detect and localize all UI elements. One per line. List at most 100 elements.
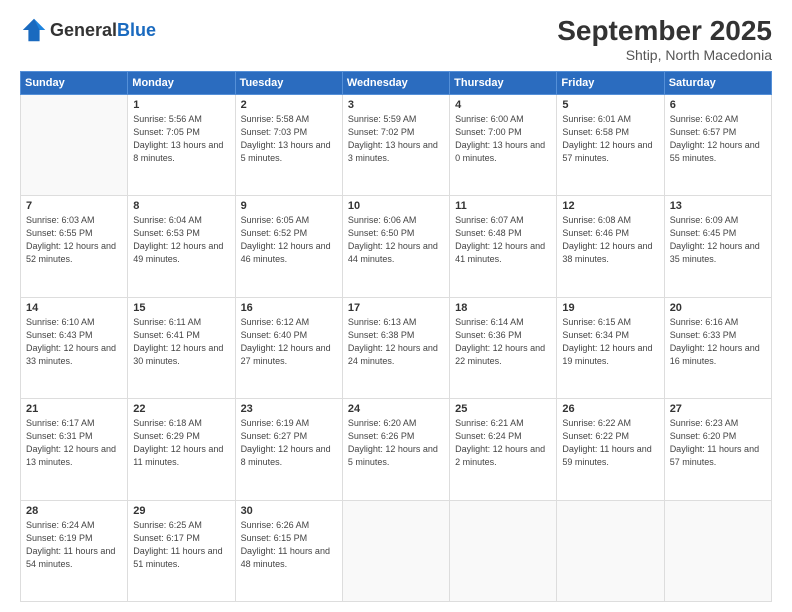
- day-info: Sunrise: 6:02 AMSunset: 6:57 PMDaylight:…: [670, 113, 766, 165]
- month-title: September 2025: [557, 16, 772, 47]
- day-number: 26: [562, 403, 658, 415]
- day-number: 16: [241, 302, 337, 314]
- calendar-cell: [557, 500, 664, 601]
- day-info: Sunrise: 6:07 AMSunset: 6:48 PMDaylight:…: [455, 214, 551, 266]
- day-number: 1: [133, 99, 229, 111]
- day-info: Sunrise: 6:04 AMSunset: 6:53 PMDaylight:…: [133, 214, 229, 266]
- day-info: Sunrise: 6:19 AMSunset: 6:27 PMDaylight:…: [241, 417, 337, 469]
- calendar-table: SundayMondayTuesdayWednesdayThursdayFrid…: [20, 71, 772, 602]
- weekday-header-monday: Monday: [128, 71, 235, 94]
- day-number: 13: [670, 200, 766, 212]
- calendar-cell: 30 Sunrise: 6:26 AMSunset: 6:15 PMDayligh…: [235, 500, 342, 601]
- day-number: 4: [455, 99, 551, 111]
- week-row-3: 14 Sunrise: 6:10 AMSunset: 6:43 PMDayligh…: [21, 297, 772, 398]
- day-info: Sunrise: 6:05 AMSunset: 6:52 PMDaylight:…: [241, 214, 337, 266]
- weekday-header-sunday: Sunday: [21, 71, 128, 94]
- day-number: 11: [455, 200, 551, 212]
- weekday-header-tuesday: Tuesday: [235, 71, 342, 94]
- day-number: 20: [670, 302, 766, 314]
- calendar-cell: 2 Sunrise: 5:58 AMSunset: 7:03 PMDaylight…: [235, 94, 342, 195]
- weekday-header-thursday: Thursday: [450, 71, 557, 94]
- day-info: Sunrise: 6:26 AMSunset: 6:15 PMDaylight:…: [241, 519, 337, 571]
- day-info: Sunrise: 6:16 AMSunset: 6:33 PMDaylight:…: [670, 316, 766, 368]
- logo-text: GeneralBlue: [50, 20, 156, 41]
- day-info: Sunrise: 6:13 AMSunset: 6:38 PMDaylight:…: [348, 316, 444, 368]
- calendar-cell: 7 Sunrise: 6:03 AMSunset: 6:55 PMDaylight…: [21, 196, 128, 297]
- day-number: 29: [133, 505, 229, 517]
- calendar-cell: [664, 500, 771, 601]
- day-number: 5: [562, 99, 658, 111]
- day-number: 10: [348, 200, 444, 212]
- calendar-cell: 17 Sunrise: 6:13 AMSunset: 6:38 PMDayligh…: [342, 297, 449, 398]
- day-info: Sunrise: 6:17 AMSunset: 6:31 PMDaylight:…: [26, 417, 122, 469]
- calendar-cell: 21 Sunrise: 6:17 AMSunset: 6:31 PMDayligh…: [21, 399, 128, 500]
- calendar-cell: 19 Sunrise: 6:15 AMSunset: 6:34 PMDayligh…: [557, 297, 664, 398]
- day-number: 21: [26, 403, 122, 415]
- day-info: Sunrise: 6:12 AMSunset: 6:40 PMDaylight:…: [241, 316, 337, 368]
- day-number: 25: [455, 403, 551, 415]
- week-row-1: 1 Sunrise: 5:56 AMSunset: 7:05 PMDaylight…: [21, 94, 772, 195]
- calendar-cell: 5 Sunrise: 6:01 AMSunset: 6:58 PMDaylight…: [557, 94, 664, 195]
- calendar-cell: 6 Sunrise: 6:02 AMSunset: 6:57 PMDaylight…: [664, 94, 771, 195]
- day-number: 2: [241, 99, 337, 111]
- calendar-cell: 16 Sunrise: 6:12 AMSunset: 6:40 PMDayligh…: [235, 297, 342, 398]
- calendar-cell: 9Sunrise: 6:05 AMSunset: 6:52 PMDaylight…: [235, 196, 342, 297]
- calendar-cell: 3 Sunrise: 5:59 AMSunset: 7:02 PMDaylight…: [342, 94, 449, 195]
- day-info: Sunrise: 6:14 AMSunset: 6:36 PMDaylight:…: [455, 316, 551, 368]
- day-number: 28: [26, 505, 122, 517]
- day-info: Sunrise: 6:09 AMSunset: 6:45 PMDaylight:…: [670, 214, 766, 266]
- calendar-cell: 13 Sunrise: 6:09 AMSunset: 6:45 PMDayligh…: [664, 196, 771, 297]
- day-number: 24: [348, 403, 444, 415]
- logo-icon: [20, 16, 48, 44]
- day-info: Sunrise: 6:08 AMSunset: 6:46 PMDaylight:…: [562, 214, 658, 266]
- weekday-header-friday: Friday: [557, 71, 664, 94]
- day-number: 22: [133, 403, 229, 415]
- day-number: 14: [26, 302, 122, 314]
- calendar-cell: [21, 94, 128, 195]
- day-info: Sunrise: 6:01 AMSunset: 6:58 PMDaylight:…: [562, 113, 658, 165]
- calendar-cell: 18 Sunrise: 6:14 AMSunset: 6:36 PMDayligh…: [450, 297, 557, 398]
- page: GeneralBlue September 2025 Shtip, North …: [0, 0, 792, 612]
- day-info: Sunrise: 5:58 AMSunset: 7:03 PMDaylight:…: [241, 113, 337, 165]
- day-number: 27: [670, 403, 766, 415]
- calendar-cell: 11 Sunrise: 6:07 AMSunset: 6:48 PMDayligh…: [450, 196, 557, 297]
- calendar-cell: 29 Sunrise: 6:25 AMSunset: 6:17 PMDayligh…: [128, 500, 235, 601]
- location-subtitle: Shtip, North Macedonia: [557, 47, 772, 63]
- day-number: 15: [133, 302, 229, 314]
- weekday-header-wednesday: Wednesday: [342, 71, 449, 94]
- calendar-cell: 20 Sunrise: 6:16 AMSunset: 6:33 PMDayligh…: [664, 297, 771, 398]
- calendar-cell: 23Sunrise: 6:19 AMSunset: 6:27 PMDayligh…: [235, 399, 342, 500]
- week-row-4: 21 Sunrise: 6:17 AMSunset: 6:31 PMDayligh…: [21, 399, 772, 500]
- logo: GeneralBlue: [20, 16, 156, 44]
- day-info: Sunrise: 6:10 AMSunset: 6:43 PMDaylight:…: [26, 316, 122, 368]
- day-info: Sunrise: 6:00 AMSunset: 7:00 PMDaylight:…: [455, 113, 551, 165]
- day-info: Sunrise: 6:20 AMSunset: 6:26 PMDaylight:…: [348, 417, 444, 469]
- calendar-cell: 1 Sunrise: 5:56 AMSunset: 7:05 PMDaylight…: [128, 94, 235, 195]
- day-info: Sunrise: 6:11 AMSunset: 6:41 PMDaylight:…: [133, 316, 229, 368]
- day-number: 18: [455, 302, 551, 314]
- calendar-cell: 10Sunrise: 6:06 AMSunset: 6:50 PMDayligh…: [342, 196, 449, 297]
- day-info: Sunrise: 6:24 AMSunset: 6:19 PMDaylight:…: [26, 519, 122, 571]
- calendar-cell: 26Sunrise: 6:22 AMSunset: 6:22 PMDayligh…: [557, 399, 664, 500]
- calendar-cell: 27Sunrise: 6:23 AMSunset: 6:20 PMDayligh…: [664, 399, 771, 500]
- day-info: Sunrise: 6:25 AMSunset: 6:17 PMDaylight:…: [133, 519, 229, 571]
- day-number: 19: [562, 302, 658, 314]
- week-row-5: 28 Sunrise: 6:24 AMSunset: 6:19 PMDayligh…: [21, 500, 772, 601]
- day-info: Sunrise: 6:21 AMSunset: 6:24 PMDaylight:…: [455, 417, 551, 469]
- calendar-cell: 12Sunrise: 6:08 AMSunset: 6:46 PMDayligh…: [557, 196, 664, 297]
- day-info: Sunrise: 6:03 AMSunset: 6:55 PMDaylight:…: [26, 214, 122, 266]
- day-number: 8: [133, 200, 229, 212]
- day-info: Sunrise: 5:59 AMSunset: 7:02 PMDaylight:…: [348, 113, 444, 165]
- day-number: 6: [670, 99, 766, 111]
- calendar-cell: 4 Sunrise: 6:00 AMSunset: 7:00 PMDaylight…: [450, 94, 557, 195]
- day-number: 3: [348, 99, 444, 111]
- calendar-cell: 25 Sunrise: 6:21 AMSunset: 6:24 PMDayligh…: [450, 399, 557, 500]
- day-info: Sunrise: 6:18 AMSunset: 6:29 PMDaylight:…: [133, 417, 229, 469]
- day-number: 17: [348, 302, 444, 314]
- day-number: 7: [26, 200, 122, 212]
- day-number: 30: [241, 505, 337, 517]
- title-block: September 2025 Shtip, North Macedonia: [557, 16, 772, 63]
- day-info: Sunrise: 5:56 AMSunset: 7:05 PMDaylight:…: [133, 113, 229, 165]
- weekday-header-row: SundayMondayTuesdayWednesdayThursdayFrid…: [21, 71, 772, 94]
- day-info: Sunrise: 6:15 AMSunset: 6:34 PMDaylight:…: [562, 316, 658, 368]
